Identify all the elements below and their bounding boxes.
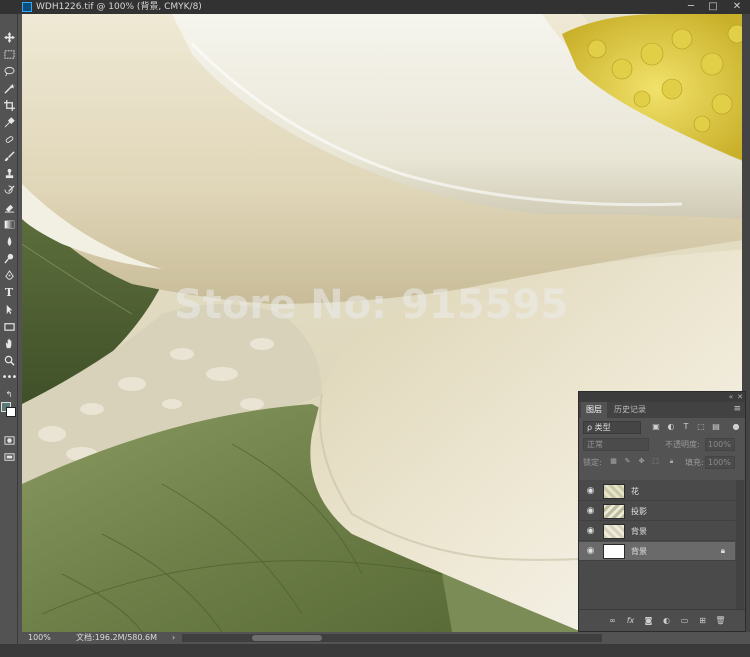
layer-name: 背景 (631, 527, 647, 536)
minimize-button[interactable]: ─ (682, 0, 700, 14)
healing-brush-tool-icon[interactable] (2, 132, 16, 146)
layer-row[interactable]: ◉ 投影 (579, 502, 735, 521)
panel-menu-icon[interactable]: ≡ (733, 404, 741, 414)
brush-tool-icon[interactable] (2, 149, 16, 163)
canvas-horizontal-scrollbar[interactable] (182, 634, 602, 642)
layers-scrollbar[interactable] (736, 480, 744, 610)
photoshop-window: WDH1226.tif @ 100% (背景, CMYK/8) ─ □ ✕ T … (0, 0, 750, 657)
tab-layers[interactable]: 图层 (581, 402, 607, 418)
screen-mode-icon[interactable] (2, 450, 16, 464)
background-color-swatch[interactable] (6, 407, 16, 417)
layer-lock-icon: 🔒︎ (720, 546, 725, 555)
swap-colors-icon[interactable]: ↰ (2, 387, 16, 401)
hand-tool-icon[interactable] (2, 336, 16, 350)
blend-mode-select[interactable]: 正常 (583, 438, 649, 451)
add-mask-icon[interactable]: ◙ (643, 615, 654, 626)
crop-tool-icon[interactable] (2, 98, 16, 112)
horizontal-scroll-thumb[interactable] (252, 635, 322, 641)
layer-thumbnail (603, 504, 625, 519)
maximize-button[interactable]: □ (704, 0, 722, 14)
layers-list: ◉ 花 ◉ 投影 ◉ 背景 ◉ 背景 🔒︎ (579, 480, 745, 610)
status-bar: 100% 文档:196.2M/580.6M › (22, 632, 750, 644)
new-layer-icon[interactable]: ⊞ (697, 615, 708, 626)
filter-toggle-icon[interactable]: ● (731, 422, 741, 432)
tools-panel: T ••• ↰ (0, 14, 18, 644)
lock-label: 锁定: (583, 458, 602, 467)
zoom-tool-icon[interactable] (2, 353, 16, 367)
lock-artboard-icon[interactable]: ⬚ (651, 457, 660, 466)
quick-mask-icon[interactable] (2, 433, 16, 447)
layer-thumbnail (603, 484, 625, 499)
status-menu-arrow[interactable]: › (172, 632, 175, 644)
delete-layer-icon[interactable]: 🗑︎ (715, 615, 726, 626)
pixel-filter-icon[interactable]: ▣ (651, 422, 661, 432)
panel-header: « ✕ (579, 392, 745, 402)
visibility-eye-icon[interactable]: ◉ (585, 486, 596, 497)
move-tool-icon[interactable] (2, 30, 16, 44)
document-tab-title[interactable]: WDH1226.tif @ 100% (背景, CMYK/8) (36, 0, 202, 14)
clone-stamp-tool-icon[interactable] (2, 166, 16, 180)
adjustment-layer-icon[interactable]: ◐ (661, 615, 672, 626)
layer-row-selected[interactable]: ◉ 背景 🔒︎ (579, 542, 735, 561)
layer-filter-select[interactable]: ρ 类型 (583, 421, 641, 434)
lock-all-icon[interactable]: 🔒︎ (667, 457, 676, 466)
link-layers-icon[interactable]: ∞ (607, 615, 618, 626)
opacity-field[interactable]: 100% (705, 438, 735, 451)
lock-pixels-icon[interactable]: ✎ (623, 457, 632, 466)
more-tools-icon[interactable]: ••• (2, 370, 18, 384)
history-brush-tool-icon[interactable] (2, 183, 16, 197)
panel-footer: ∞ fx ◙ ◐ ▭ ⊞ 🗑︎ (579, 609, 745, 631)
eraser-tool-icon[interactable] (2, 200, 16, 214)
path-selection-tool-icon[interactable] (2, 302, 16, 316)
title-bar: WDH1226.tif @ 100% (背景, CMYK/8) ─ □ ✕ (0, 0, 750, 14)
lock-transparency-icon[interactable]: ▦ (609, 457, 618, 466)
collapse-panel-icon[interactable]: « (729, 392, 733, 402)
layer-name: 花 (631, 487, 639, 496)
layer-name: 投影 (631, 507, 647, 516)
layer-thumbnail (603, 524, 625, 539)
shape-filter-icon[interactable]: ⬚ (696, 422, 706, 432)
visibility-eye-icon[interactable]: ◉ (585, 546, 596, 557)
marquee-tool-icon[interactable] (2, 47, 16, 61)
adjustment-filter-icon[interactable]: ◐ (666, 422, 676, 432)
lock-position-icon[interactable]: ✥ (637, 457, 646, 466)
visibility-eye-icon[interactable]: ◉ (585, 526, 596, 537)
close-panel-icon[interactable]: ✕ (737, 392, 743, 402)
rectangle-tool-icon[interactable] (2, 319, 16, 333)
layer-row[interactable]: ◉ 背景 (579, 522, 735, 541)
document-size-info: 文档:196.2M/580.6M (76, 633, 157, 642)
zoom-level[interactable]: 100% (28, 632, 51, 644)
type-tool-icon[interactable]: T (2, 285, 16, 299)
dodge-tool-icon[interactable] (2, 251, 16, 265)
watermark-text: Store No: 915595 (174, 282, 569, 328)
layer-row[interactable]: ◉ 花 (579, 482, 735, 501)
lasso-tool-icon[interactable] (2, 64, 16, 78)
photoshop-logo-icon (22, 2, 32, 12)
layer-thumbnail (603, 544, 625, 559)
fill-field[interactable]: 100% (705, 456, 735, 469)
layer-name: 背景 (631, 547, 647, 556)
layers-panel: « ✕ 图层 历史记录 ≡ ρ 类型 ▣ ◐ T ⬚ ▤ ● 正常 不透明度: … (578, 391, 746, 632)
tab-history[interactable]: 历史记录 (609, 402, 651, 418)
eyedropper-tool-icon[interactable] (2, 115, 16, 129)
opacity-label: 不透明度: (665, 440, 700, 449)
lock-row: 锁定: ▦ ✎ ✥ ⬚ 🔒︎ 填充: 100% (579, 454, 745, 472)
panel-tabs: 图层 历史记录 ≡ (579, 402, 745, 418)
pen-tool-icon[interactable] (2, 268, 16, 282)
type-filter-icon[interactable]: T (681, 422, 691, 432)
bottom-strip (0, 644, 750, 657)
fill-label: 填充: (685, 458, 704, 467)
close-button[interactable]: ✕ (728, 0, 746, 14)
smart-object-filter-icon[interactable]: ▤ (711, 422, 721, 432)
new-group-icon[interactable]: ▭ (679, 615, 690, 626)
visibility-eye-icon[interactable]: ◉ (585, 506, 596, 517)
gradient-tool-icon[interactable] (2, 217, 16, 231)
magic-wand-tool-icon[interactable] (2, 81, 16, 95)
blur-tool-icon[interactable] (2, 234, 16, 248)
layer-style-fx-icon[interactable]: fx (625, 615, 636, 626)
blend-row: 正常 不透明度: 100% (579, 436, 745, 454)
filter-row: ρ 类型 ▣ ◐ T ⬚ ▤ ● (579, 418, 745, 436)
